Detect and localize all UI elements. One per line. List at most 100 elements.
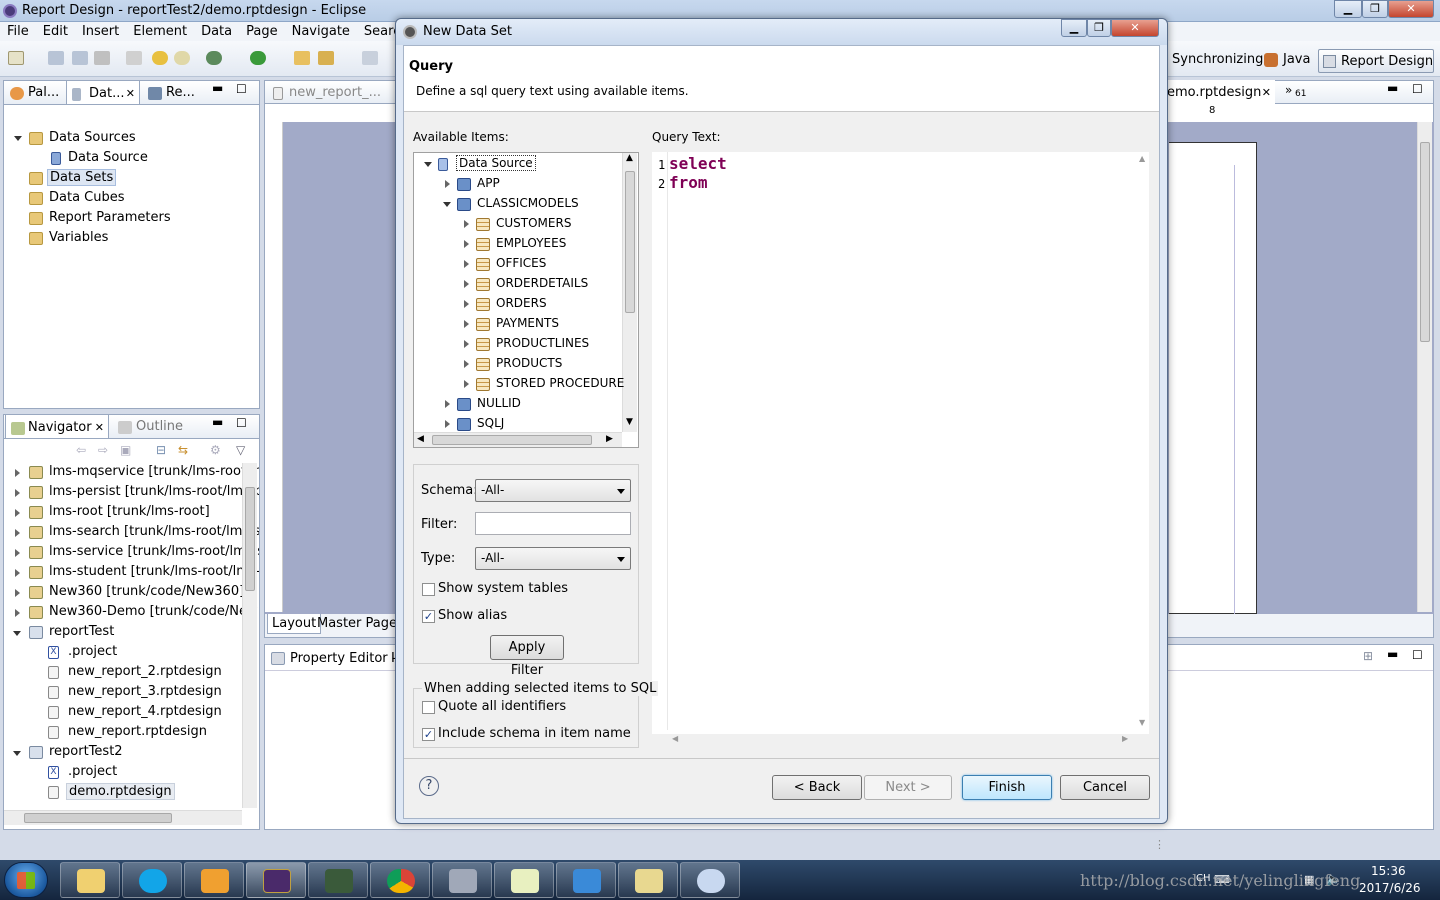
language-indicator[interactable]: CH: [1196, 873, 1211, 884]
scroll-thumb[interactable]: [245, 487, 255, 591]
navigator-item[interactable]: new_report_3.rptdesign: [68, 684, 222, 699]
expand-arrow[interactable]: [15, 549, 20, 557]
view-menu-icon[interactable]: ⊞: [1363, 649, 1373, 663]
menu-element[interactable]: Element: [126, 22, 194, 39]
globe-icon[interactable]: [206, 51, 222, 65]
expand-arrow[interactable]: [464, 260, 469, 268]
tree-data-source[interactable]: Data Source: [68, 150, 148, 165]
navigator-item[interactable]: .project: [68, 764, 117, 779]
filter-input[interactable]: [475, 512, 631, 535]
table-item[interactable]: EMPLOYEES: [496, 236, 566, 250]
tab-demo-rptdesign[interactable]: emo.rptdesign ✕: [1163, 80, 1275, 106]
tab-resource[interactable]: Re...: [144, 80, 198, 106]
navigator-item[interactable]: lms-student [trunk/lms-root/lms-: [49, 564, 259, 579]
report-page[interactable]: [1169, 142, 1257, 615]
apply-filter-button[interactable]: Apply Filter: [490, 635, 564, 678]
navigator-item[interactable]: reportTest2: [49, 744, 123, 759]
expand-arrow[interactable]: [445, 180, 450, 188]
datasource-item[interactable]: Data Source: [456, 155, 536, 171]
navigator-item[interactable]: reportTest: [49, 624, 114, 639]
navigator-item[interactable]: new_report_4.rptdesign: [68, 704, 222, 719]
expand-arrow[interactable]: [15, 609, 20, 617]
tree-hscrollbar[interactable]: ◀ ▶: [414, 432, 622, 447]
link-editor-icon[interactable]: ⇆: [178, 443, 188, 457]
taskbar-eclipse[interactable]: [246, 862, 306, 898]
print-icon[interactable]: [94, 51, 110, 65]
expand-arrow[interactable]: [464, 340, 469, 348]
expand-arrow[interactable]: [15, 469, 20, 477]
navigator-item[interactable]: lms-service [trunk/lms-root/lms-s: [49, 544, 259, 559]
schema-item[interactable]: SQLJ: [477, 416, 504, 430]
collapse-arrow[interactable]: [13, 631, 21, 636]
navigator-item[interactable]: lms-root [trunk/lms-root]: [49, 504, 210, 519]
tab-palette[interactable]: Pal...: [6, 80, 62, 106]
schema-combo[interactable]: -All-: [475, 479, 631, 502]
navigator-item[interactable]: lms-persist [trunk/lms-root/lms-p: [49, 484, 259, 499]
scroll-thumb[interactable]: [625, 171, 635, 313]
taskbar-terminal[interactable]: [308, 862, 368, 898]
dialog-maximize-button[interactable]: ❐: [1087, 19, 1111, 37]
scroll-up-icon[interactable]: ▲: [1139, 154, 1145, 163]
navigator-item[interactable]: lms-mqservice [trunk/lms-root/ln: [49, 464, 259, 479]
open-folder-icon[interactable]: [294, 51, 310, 65]
table-item[interactable]: CUSTOMERS: [496, 216, 571, 230]
expand-arrow[interactable]: [464, 220, 469, 228]
maximize-view-icon[interactable]: ☐: [1412, 648, 1423, 662]
perspective-report-design[interactable]: Report Design: [1318, 49, 1434, 73]
close-button[interactable]: ✕: [1388, 0, 1434, 18]
expand-arrow[interactable]: [464, 320, 469, 328]
taskbar-files[interactable]: [618, 862, 678, 898]
show-alias-checkbox[interactable]: ✓: [422, 610, 435, 623]
run-icon[interactable]: [250, 51, 266, 65]
query-text-editor[interactable]: 1 select 2 from ▲ ▼ ◀ ▶: [652, 152, 1149, 743]
tab-navigator[interactable]: Navigator ✕: [5, 414, 109, 440]
minimize-view-icon[interactable]: ▬: [1387, 81, 1398, 95]
tab-data-explorer[interactable]: Dat... ✕: [66, 80, 140, 106]
pencil-icon[interactable]: [318, 51, 334, 65]
scroll-left-icon[interactable]: ◀: [672, 734, 678, 743]
menu-edit[interactable]: Edit: [36, 22, 75, 39]
maximize-view-icon[interactable]: ☐: [236, 82, 247, 96]
menu-data[interactable]: Data: [194, 22, 239, 39]
navigator-item[interactable]: new_report_2.rptdesign: [68, 664, 222, 679]
navigator-item[interactable]: lms-search [trunk/lms-root/lms-s: [49, 524, 259, 539]
expand-arrow[interactable]: [15, 529, 20, 537]
expand-arrow[interactable]: [15, 569, 20, 577]
expand-arrow[interactable]: [464, 360, 469, 368]
table-item[interactable]: OFFICES: [496, 256, 546, 270]
clock-date[interactable]: 2017/6/26: [1359, 881, 1421, 895]
expand-arrow[interactable]: [464, 380, 469, 388]
navigator-item[interactable]: new_report.rptdesign: [68, 724, 207, 739]
table-item[interactable]: ORDERDETAILS: [496, 276, 588, 290]
maximize-button[interactable]: ❐: [1362, 0, 1388, 18]
forward-arrow-icon[interactable]: ⇨: [98, 443, 108, 457]
taskbar-outlook[interactable]: [184, 862, 244, 898]
navigator-item[interactable]: New360 [trunk/code/New360]: [49, 584, 244, 599]
tree-report-parameters[interactable]: Report Parameters: [49, 210, 171, 225]
help-icon[interactable]: ?: [419, 776, 439, 796]
scroll-right-icon[interactable]: ▶: [1122, 734, 1128, 743]
table-item[interactable]: PRODUCTS: [496, 356, 562, 370]
tab-master-page[interactable]: Master Page: [317, 616, 397, 631]
cancel-button[interactable]: Cancel: [1060, 775, 1150, 800]
quote-all-identifiers-checkbox[interactable]: [422, 701, 435, 714]
scroll-thumb[interactable]: [24, 813, 172, 823]
navigator-item[interactable]: .project: [68, 644, 117, 659]
up-icon[interactable]: ▣: [120, 443, 131, 457]
expand-arrow[interactable]: [445, 400, 450, 408]
expand-arrow[interactable]: [15, 489, 20, 497]
scroll-thumb[interactable]: [432, 435, 592, 445]
collapse-arrow[interactable]: [14, 136, 22, 141]
expand-arrow[interactable]: [464, 300, 469, 308]
scroll-right-icon[interactable]: ▶: [606, 434, 613, 444]
collapse-all-icon[interactable]: ⊟: [156, 443, 166, 457]
back-button[interactable]: < Back: [772, 775, 862, 800]
start-button[interactable]: [4, 862, 48, 898]
table-item[interactable]: PRODUCTLINES: [496, 336, 589, 350]
minimize-view-icon[interactable]: ▬: [1387, 647, 1398, 661]
perspective-synchronizing[interactable]: Synchronizing: [1172, 52, 1263, 67]
network-icon[interactable]: ▦: [1304, 873, 1314, 886]
scroll-thumb[interactable]: [1420, 142, 1430, 342]
scroll-up-icon[interactable]: ▲: [626, 153, 633, 163]
maximize-view-icon[interactable]: ☐: [1412, 82, 1423, 96]
